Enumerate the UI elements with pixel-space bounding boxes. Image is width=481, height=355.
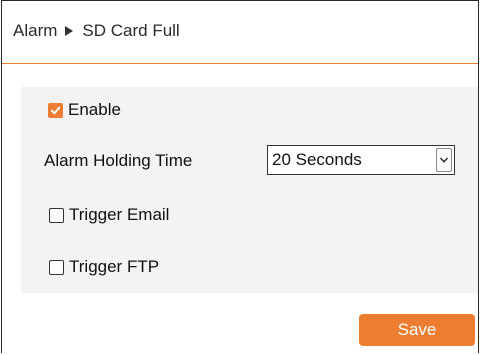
holding-time-select[interactable]: 20 Seconds: [267, 145, 455, 175]
alarm-settings-window: Alarm SD Card Full Enable Alarm Holding …: [1, 0, 479, 353]
checkmark-icon: [50, 106, 61, 114]
enable-checkbox[interactable]: [48, 102, 63, 118]
enable-label: Enable: [68, 100, 121, 119]
chevron-down-icon[interactable]: [436, 148, 452, 172]
trigger-ftp-label: Trigger FTP: [69, 257, 160, 276]
trigger-ftp-row: Trigger FTP: [49, 257, 159, 277]
breadcrumb-page: SD Card Full: [82, 21, 180, 40]
breadcrumb-section[interactable]: Alarm: [13, 21, 57, 41]
alarm-options-panel: Enable Alarm Holding Time 20 Seconds Tri…: [21, 87, 478, 293]
triangle-right-icon: [65, 26, 74, 36]
page-header: Alarm SD Card Full: [2, 1, 478, 64]
trigger-email-row: Trigger Email: [49, 205, 169, 225]
trigger-email-checkbox[interactable]: [49, 207, 64, 223]
holding-time-label: Alarm Holding Time: [44, 151, 193, 170]
breadcrumb: Alarm SD Card Full: [13, 21, 180, 41]
save-button[interactable]: Save: [359, 314, 475, 346]
holding-time-row: Alarm Holding Time: [44, 151, 192, 171]
holding-time-value: 20 Seconds: [272, 150, 362, 169]
trigger-ftp-checkbox[interactable]: [49, 259, 64, 275]
enable-row: Enable: [48, 100, 121, 120]
trigger-email-label: Trigger Email: [69, 205, 170, 224]
